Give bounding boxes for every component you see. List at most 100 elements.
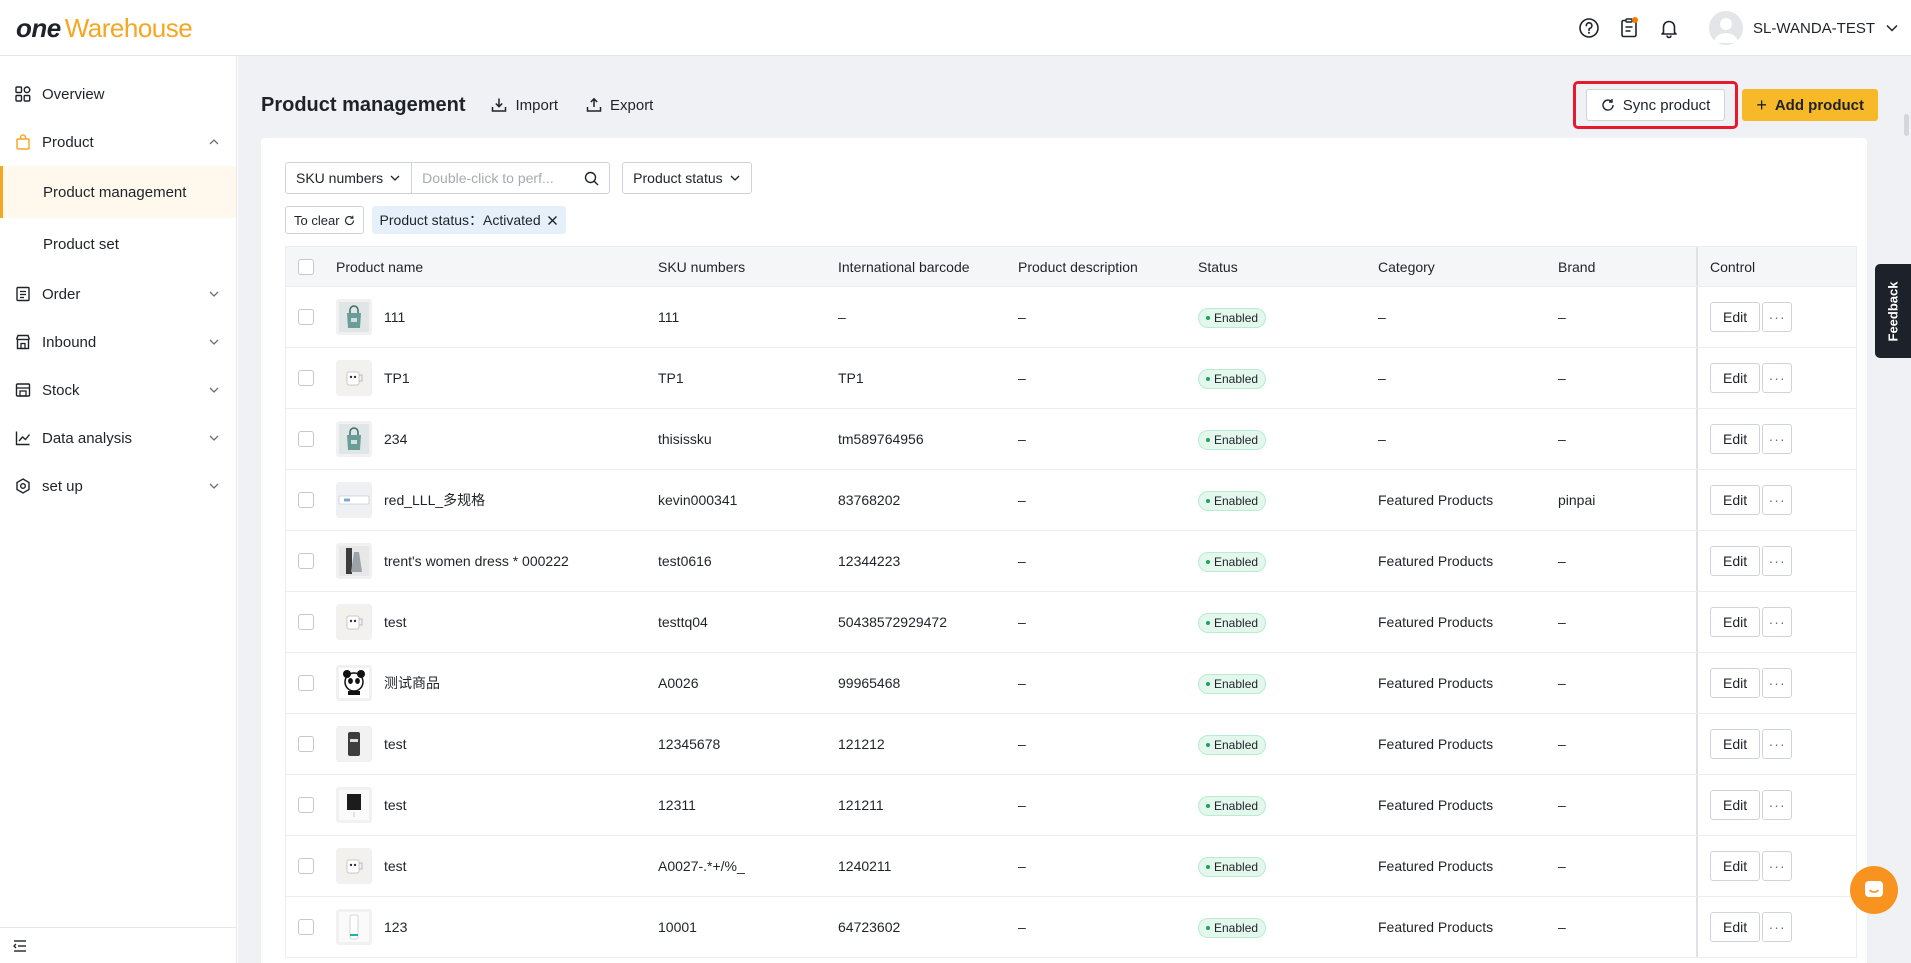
more-actions-button[interactable]: ···: [1762, 424, 1793, 454]
logo-warehouse: Warehouse: [64, 12, 193, 43]
add-product-button[interactable]: + Add product: [1742, 89, 1878, 121]
export-button[interactable]: Export: [586, 97, 653, 114]
bell-icon[interactable]: [1649, 8, 1689, 48]
edit-button[interactable]: Edit: [1710, 546, 1761, 576]
sidebar-item-label: Stock: [42, 381, 80, 399]
edit-button[interactable]: Edit: [1710, 363, 1761, 393]
sidebar-subitem-product-management[interactable]: Product management: [0, 166, 236, 218]
row-checkbox[interactable]: [298, 492, 314, 508]
store-icon: [14, 333, 32, 351]
top-bar: ONE Warehouse SL-WANDA-TEST: [0, 0, 1911, 56]
more-actions-button[interactable]: ···: [1762, 607, 1793, 637]
edit-button[interactable]: Edit: [1710, 302, 1761, 332]
app-logo[interactable]: ONE Warehouse: [16, 10, 193, 46]
status-label: Enabled: [1214, 554, 1259, 569]
barcode-cell: 50438572929472: [838, 614, 948, 630]
sidebar-item-overview[interactable]: Overview: [0, 70, 236, 118]
sidebar: Overview Product Product management Prod…: [0, 56, 237, 963]
sidebar-item-product[interactable]: Product: [0, 118, 236, 166]
edit-button[interactable]: Edit: [1710, 912, 1761, 942]
sync-product-button[interactable]: Sync product: [1585, 89, 1726, 121]
select-all-checkbox[interactable]: [298, 258, 314, 275]
row-checkbox[interactable]: [298, 370, 314, 386]
brand-cell: –: [1558, 736, 1566, 752]
chart-icon: [14, 429, 32, 447]
product-name: 111: [384, 309, 406, 325]
sidebar-item-inbound[interactable]: Inbound: [0, 318, 236, 366]
row-checkbox[interactable]: [298, 675, 314, 691]
status-badge: Enabled: [1198, 490, 1267, 511]
table-row: red_LLL_多规格 kevin000341 83768202 – Enabled Fe…: [286, 470, 1856, 531]
table-row: 234 thisissku tm589764956 – Enabled – – Edit ···: [286, 409, 1856, 470]
product-name: test: [384, 614, 407, 630]
more-actions-button[interactable]: ···: [1762, 912, 1793, 942]
row-checkbox[interactable]: [298, 919, 314, 935]
row-checkbox[interactable]: [298, 309, 314, 325]
more-actions-button[interactable]: ···: [1762, 363, 1793, 393]
sku-field-select[interactable]: SKU numbers: [286, 163, 413, 193]
status-badge: Enabled: [1198, 673, 1267, 694]
help-icon[interactable]: [1569, 8, 1609, 48]
user-menu[interactable]: SL-WANDA-TEST: [1709, 11, 1899, 45]
product-status-select[interactable]: Product status: [622, 162, 752, 194]
more-actions-button[interactable]: ···: [1762, 851, 1793, 881]
feedback-label: Feedback: [1885, 281, 1901, 341]
more-actions-button[interactable]: ···: [1762, 668, 1793, 698]
more-actions-button[interactable]: ···: [1762, 485, 1793, 515]
sku-search-input[interactable]: [422, 170, 573, 186]
task-clipboard-icon[interactable]: [1609, 8, 1649, 48]
row-checkbox[interactable]: [298, 553, 314, 569]
sidebar-subitem-product-set[interactable]: Product set: [0, 218, 236, 270]
table-row: test 12345678 121212 – Enabled Featured Produ…: [286, 714, 1856, 775]
product-thumbnail: [336, 848, 372, 884]
product-name: red_LLL_多规格: [384, 492, 486, 508]
status-label: Enabled: [1214, 676, 1259, 691]
menu-fold-icon: [13, 939, 26, 952]
vertical-scrollbar[interactable]: [1904, 114, 1909, 136]
product-thumbnail: [336, 604, 372, 640]
sidebar-item-order[interactable]: Order: [0, 270, 236, 318]
clear-filters-button[interactable]: To clear: [285, 206, 364, 234]
sidebar-item-data-analysis[interactable]: Data analysis: [0, 414, 236, 462]
edit-button[interactable]: Edit: [1710, 607, 1761, 637]
more-actions-button[interactable]: ···: [1762, 790, 1793, 820]
brand-cell: –: [1558, 675, 1566, 691]
edit-button[interactable]: Edit: [1710, 485, 1761, 515]
add-product-label: Add product: [1774, 96, 1864, 114]
sidebar-item-set-up[interactable]: set up: [0, 462, 236, 510]
sku-cell: A0026: [658, 675, 699, 691]
row-checkbox[interactable]: [298, 614, 314, 630]
brand-cell: –: [1558, 309, 1566, 325]
more-actions-button[interactable]: ···: [1762, 302, 1793, 332]
feedback-tab[interactable]: Feedback: [1875, 264, 1911, 358]
chevron-up-icon: [209, 139, 219, 145]
more-actions-button[interactable]: ···: [1762, 729, 1793, 759]
edit-button[interactable]: Edit: [1710, 668, 1761, 698]
edit-button[interactable]: Edit: [1710, 790, 1761, 820]
row-checkbox[interactable]: [298, 858, 314, 874]
sidebar-item-stock[interactable]: Stock: [0, 366, 236, 414]
description-cell: –: [1018, 614, 1026, 630]
status-badge: Enabled: [1198, 551, 1267, 572]
page-header: Product management Import Export Sync pr…: [261, 81, 1878, 129]
edit-button[interactable]: Edit: [1710, 851, 1761, 881]
plus-icon: +: [1756, 94, 1767, 115]
row-checkbox[interactable]: [298, 736, 314, 752]
collapse-sidebar-button[interactable]: [0, 927, 236, 963]
row-checkbox[interactable]: [298, 431, 314, 447]
close-icon[interactable]: [547, 215, 558, 226]
settings-icon: [14, 477, 32, 495]
edit-button[interactable]: Edit: [1710, 729, 1761, 759]
product-thumbnail: [336, 909, 372, 945]
more-actions-button[interactable]: ···: [1762, 546, 1793, 576]
row-checkbox[interactable]: [298, 797, 314, 813]
import-icon: [492, 98, 507, 112]
chat-launcher-button[interactable]: [1850, 866, 1898, 914]
sidebar-item-label: set up: [42, 477, 83, 495]
edit-button[interactable]: Edit: [1710, 424, 1761, 454]
search-icon[interactable]: [584, 171, 599, 186]
warehouse-icon: [14, 381, 32, 399]
import-button[interactable]: Import: [491, 97, 558, 114]
refresh-icon: [344, 215, 354, 225]
sku-cell: 12311: [658, 797, 696, 813]
